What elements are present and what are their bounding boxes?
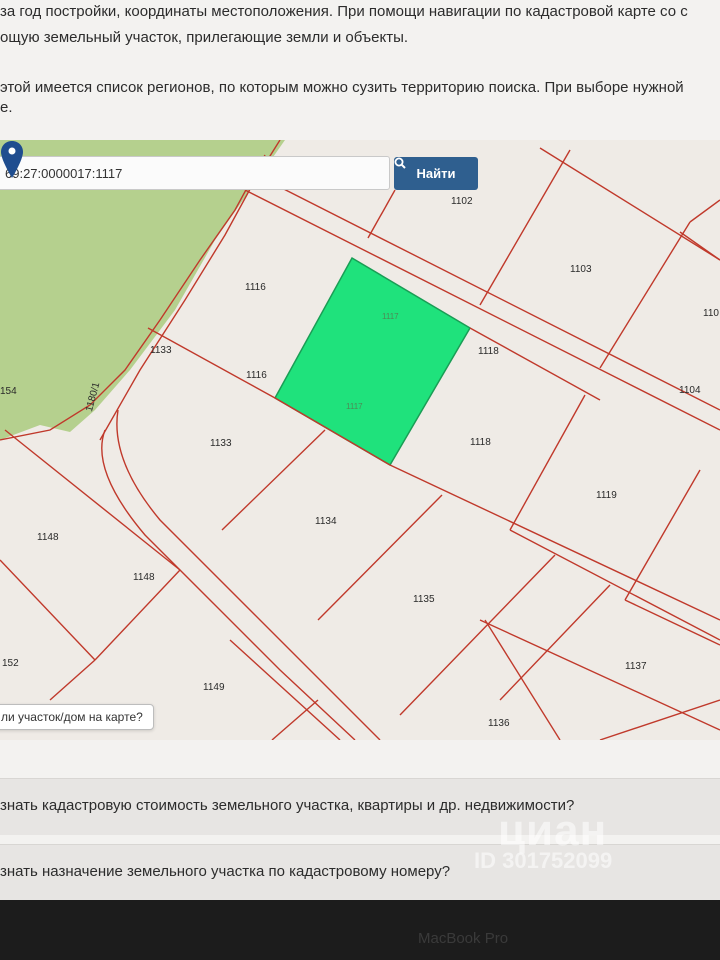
laptop-bezel-label: MacBook Pro [418, 930, 509, 947]
faq-question: знать назначение земельного участка по к… [0, 863, 451, 880]
intro-text-line3: этой имеется список регионов, по которым… [0, 79, 684, 96]
map-hint-link[interactable]: ли участок/дом на карте? [0, 704, 154, 730]
intro-text-line2: ощую земельный участок, прилегающие земл… [0, 29, 409, 46]
parcel-label-110: 110 [703, 308, 719, 319]
parcel-label-152: 152 [2, 658, 19, 669]
faq-item-cadastral-value[interactable]: знать кадастровую стоимость земельного у… [0, 778, 720, 835]
selected-parcel-label: 1117 [382, 312, 399, 321]
parcel-label-1104: 1104 [679, 385, 701, 396]
selected-parcel-label: 1117 [346, 402, 363, 411]
parcel-label-1116: 1116 [245, 282, 266, 293]
parcel-label-1136: 1136 [488, 718, 510, 729]
intro-text-line4: е. [0, 99, 13, 116]
parcel-label-1118: 1118 [478, 346, 499, 357]
parcel-label-1103: 1103 [570, 264, 592, 275]
cadastral-number-input[interactable] [0, 156, 390, 190]
browser-page: за год постройки, координаты местоположе… [0, 0, 720, 900]
search-button-label: Найти [416, 166, 456, 181]
parcel-label-1119: 1119 [596, 490, 617, 501]
parcel-label-1133: 1133 [210, 438, 232, 449]
cadastral-map[interactable]: Найти 1102 1103 110 1116 1116 1133 1133 … [0, 140, 720, 740]
map-canvas[interactable] [0, 140, 720, 740]
parcel-label-1148: 1148 [133, 572, 155, 583]
parcel-label-1134: 1134 [315, 516, 337, 527]
parcel-label-1102: 1102 [451, 196, 473, 207]
location-pin-icon[interactable] [0, 140, 24, 180]
intro-text-line1: за год постройки, координаты местоположе… [0, 3, 688, 20]
parcel-label-1148: 1148 [37, 532, 59, 543]
parcel-label-154: 154 [0, 386, 17, 397]
parcel-label-1118: 1118 [470, 437, 491, 448]
cian-watermark-id: ID 301752099 [474, 848, 613, 873]
faq-question: знать кадастровую стоимость земельного у… [0, 797, 575, 814]
search-icon [394, 157, 406, 169]
parcel-label-1137: 1137 [625, 661, 647, 672]
parcel-label-1135: 1135 [413, 594, 435, 605]
search-button[interactable]: Найти [394, 157, 478, 190]
parcel-label-1133: 1133 [150, 345, 172, 356]
parcel-label-1149: 1149 [203, 682, 225, 693]
parcel-label-1116: 1116 [246, 370, 267, 381]
